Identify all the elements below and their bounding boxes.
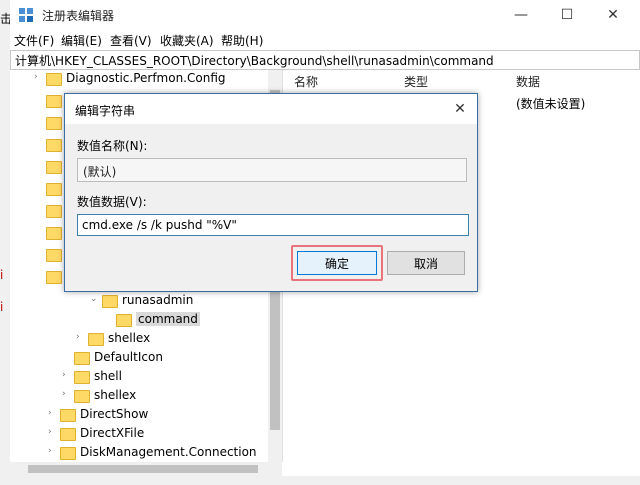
folder-icon bbox=[46, 139, 62, 152]
tree-item-label: command bbox=[136, 312, 200, 326]
folder-icon bbox=[74, 352, 90, 365]
status-bar bbox=[0, 476, 640, 485]
folder-icon bbox=[46, 271, 62, 284]
folder-icon bbox=[46, 117, 62, 130]
chevron-right-icon[interactable]: › bbox=[48, 446, 52, 456]
tree-item-label: Diagnostic.Perfmon.Config bbox=[66, 71, 226, 85]
value-name-field: (默认) bbox=[77, 158, 467, 182]
folder-icon bbox=[74, 390, 90, 403]
column-header-data[interactable]: 数据 bbox=[516, 73, 540, 90]
background-text: i bbox=[0, 268, 4, 282]
folder-icon bbox=[46, 227, 62, 240]
maximize-button[interactable]: ☐ bbox=[544, 0, 590, 30]
menu-favorites[interactable]: 收藏夹(A) bbox=[160, 32, 214, 49]
tree-item-label: DirectShow bbox=[80, 407, 149, 421]
tree-item-label: DefaultIcon bbox=[94, 350, 163, 364]
menu-view[interactable]: 查看(V) bbox=[110, 32, 152, 49]
value-name-label: 数值名称(N): bbox=[77, 139, 148, 153]
menu-help[interactable]: 帮助(H) bbox=[221, 32, 263, 49]
close-button[interactable]: ✕ bbox=[590, 0, 636, 30]
dialog-title: 编辑字符串 bbox=[75, 104, 136, 118]
chevron-right-icon[interactable]: › bbox=[76, 332, 80, 342]
address-path: 计算机\HKEY_CLASSES_ROOT\Directory\Backgrou… bbox=[15, 54, 494, 68]
folder-icon bbox=[46, 205, 62, 218]
folder-icon bbox=[60, 409, 76, 422]
tree-hscroll-thumb[interactable] bbox=[28, 465, 258, 473]
minimize-button[interactable]: — bbox=[498, 0, 544, 30]
tree-item-label: DirectXFile bbox=[80, 426, 145, 440]
value-data-cell: (数值未设置) bbox=[516, 97, 586, 111]
registry-editor-icon bbox=[19, 8, 33, 22]
folder-open-icon bbox=[102, 295, 118, 308]
folder-icon bbox=[74, 371, 90, 384]
tree-item-label: shell bbox=[94, 369, 122, 383]
chevron-right-icon[interactable]: › bbox=[34, 72, 38, 82]
chevron-right-icon[interactable]: › bbox=[62, 389, 66, 399]
menu-bar: 文件(F) 编辑(E) 查看(V) 收藏夹(A) 帮助(H) bbox=[10, 30, 640, 50]
chevron-right-icon[interactable]: › bbox=[48, 408, 52, 418]
tree-item-label: runasadmin bbox=[122, 293, 194, 307]
column-header-type[interactable]: 类型 bbox=[404, 73, 428, 90]
menu-edit[interactable]: 编辑(E) bbox=[61, 32, 102, 49]
tree-item-label: shellex bbox=[94, 388, 137, 402]
value-name-text: (默认) bbox=[83, 165, 117, 179]
folder-icon bbox=[88, 333, 104, 346]
title-bar: 注册表编辑器 — ☐ ✕ bbox=[10, 0, 640, 30]
dialog-title-bar: 编辑字符串 ✕ bbox=[65, 94, 477, 124]
folder-icon bbox=[46, 73, 62, 86]
tree-item-label: shellex bbox=[108, 331, 151, 345]
chevron-down-icon[interactable]: ⌄ bbox=[90, 294, 98, 304]
ok-button[interactable]: 确定 bbox=[297, 251, 377, 275]
edit-string-dialog: 编辑字符串 ✕ 数值名称(N): (默认) 数值数据(V): 确定 取消 bbox=[64, 93, 478, 292]
folder-icon bbox=[60, 428, 76, 441]
chevron-right-icon[interactable]: › bbox=[62, 370, 66, 380]
background-text: i bbox=[0, 300, 4, 314]
window-title: 注册表编辑器 bbox=[42, 9, 115, 23]
folder-icon bbox=[46, 183, 62, 196]
tree-item-label: DiskManagement.Connection bbox=[80, 445, 257, 459]
address-bar[interactable]: 计算机\HKEY_CLASSES_ROOT\Directory\Backgrou… bbox=[10, 50, 640, 70]
folder-icon bbox=[46, 161, 62, 174]
folder-icon bbox=[46, 95, 62, 108]
folder-icon bbox=[116, 314, 132, 327]
cancel-button[interactable]: 取消 bbox=[387, 251, 465, 275]
folder-icon bbox=[46, 249, 62, 262]
menu-file[interactable]: 文件(F) bbox=[14, 32, 54, 49]
value-data-label: 数值数据(V): bbox=[77, 195, 147, 209]
close-icon[interactable]: ✕ bbox=[449, 98, 471, 120]
chevron-right-icon[interactable]: › bbox=[48, 427, 52, 437]
folder-icon bbox=[60, 447, 76, 460]
value-data-input[interactable] bbox=[77, 214, 469, 236]
column-header-name[interactable]: 名称 bbox=[294, 73, 318, 90]
